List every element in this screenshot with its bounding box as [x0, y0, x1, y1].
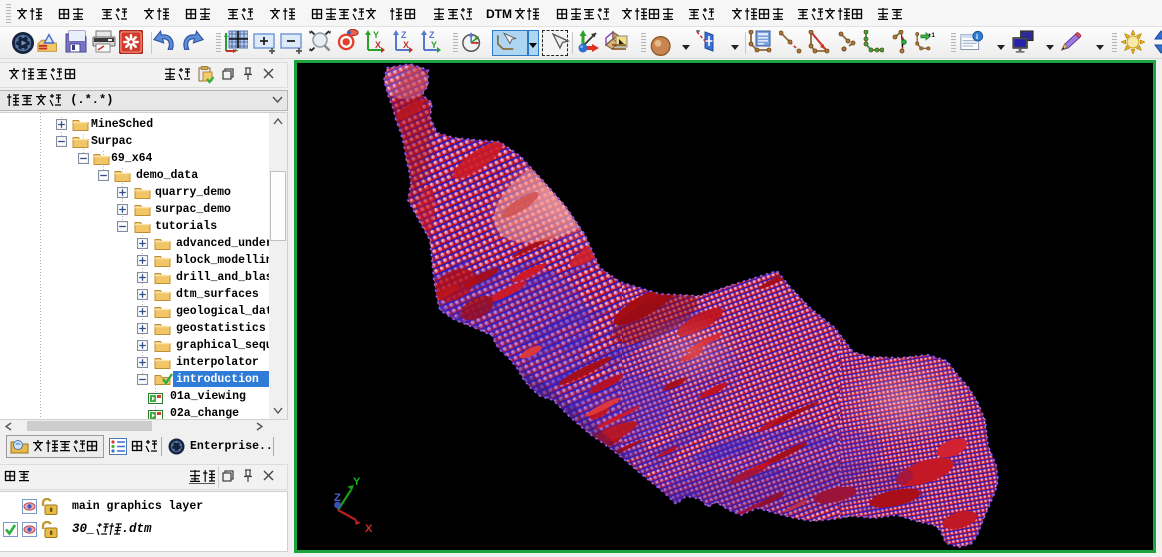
svg-text:X: X — [403, 40, 409, 50]
svg-text:Z: Z — [401, 30, 407, 40]
svg-text:Y: Y — [431, 40, 437, 50]
svg-text:+1: +1 — [928, 32, 936, 39]
svg-text:X: X — [365, 523, 373, 535]
svg-text:X: X — [375, 40, 381, 50]
svg-text:Z: Z — [334, 492, 341, 504]
svg-text:Z: Z — [429, 30, 435, 40]
svg-text:i: i — [976, 33, 978, 41]
svg-text:Y: Y — [353, 476, 361, 488]
svg-text:Y: Y — [373, 30, 379, 40]
